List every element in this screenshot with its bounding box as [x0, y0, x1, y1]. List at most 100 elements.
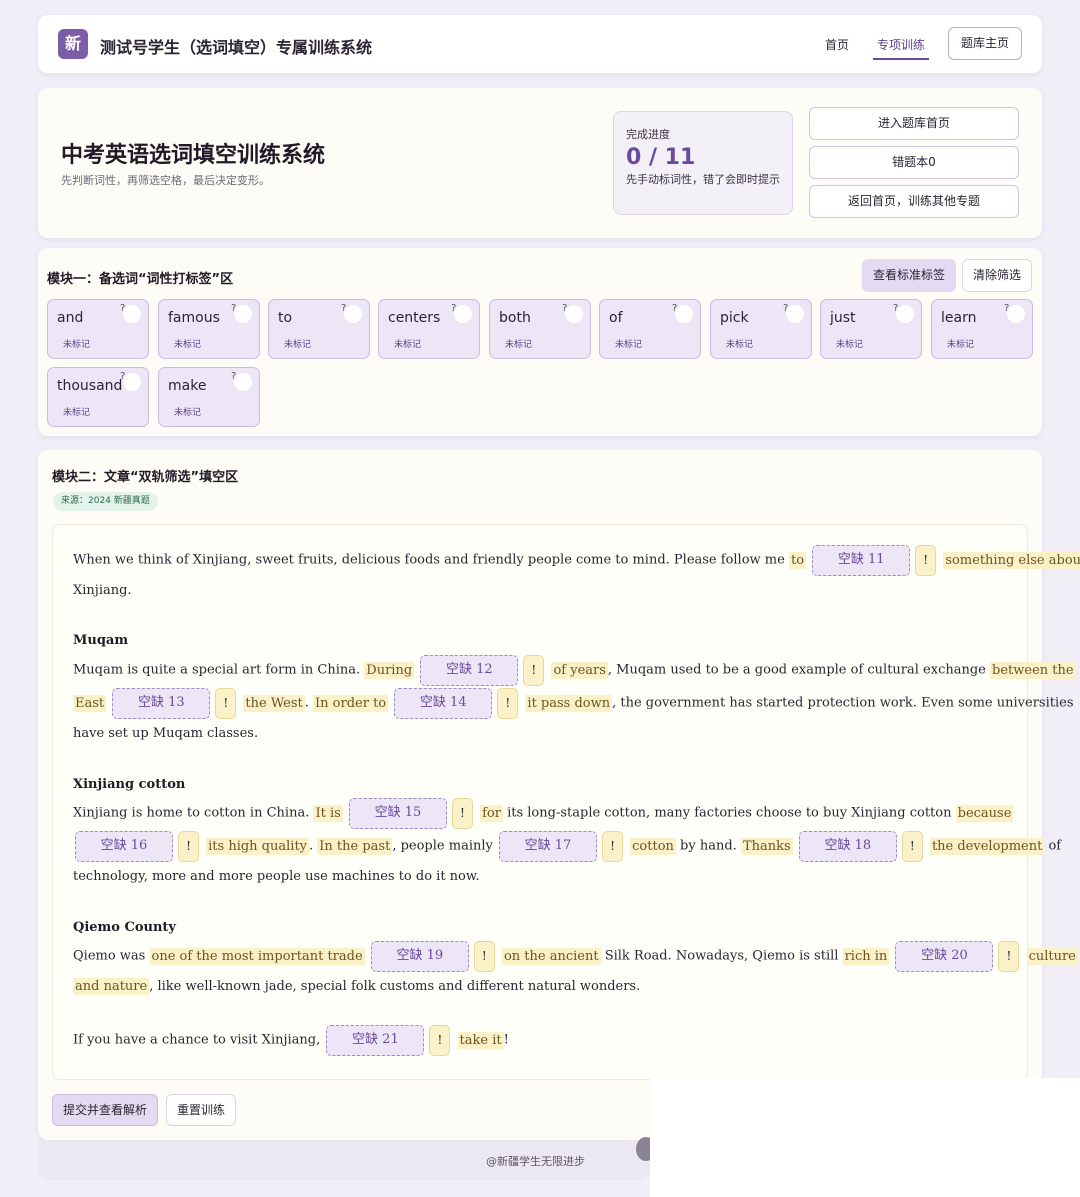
- word-card[interactable]: learn 未标记 ?: [931, 299, 1033, 359]
- section-heading: Muqam: [73, 633, 129, 648]
- help-icon[interactable]: ?: [120, 303, 141, 323]
- progress-panel: 完成进度 0 / 11 先手动标词性，错了会即时提示: [613, 111, 793, 215]
- active-nav-indicator: [873, 58, 929, 60]
- reset-button[interactable]: 重置训练: [166, 1094, 236, 1126]
- highlight-cue: one of the most important trade: [149, 947, 365, 965]
- help-icon[interactable]: ?: [120, 371, 141, 391]
- word-label: learn: [941, 310, 977, 326]
- blank-slot[interactable]: 空缺 19: [370, 941, 469, 972]
- help-icon[interactable]: ?: [231, 371, 252, 391]
- highlight-cue: on the ancient: [501, 947, 601, 965]
- enter-bank-button[interactable]: 进入题库首页: [809, 107, 1019, 140]
- hint-button[interactable]: !: [998, 941, 1020, 972]
- word-card[interactable]: and 未标记 ?: [47, 299, 149, 359]
- word-card[interactable]: both 未标记 ?: [489, 299, 591, 359]
- watermark-text: @新疆学生无限进步: [486, 1155, 585, 1168]
- help-icon[interactable]: ?: [562, 303, 583, 323]
- word-status: 未标记: [505, 340, 533, 350]
- hint-button[interactable]: !: [523, 655, 545, 686]
- word-card[interactable]: centers 未标记 ?: [378, 299, 480, 359]
- word-label: just: [830, 310, 856, 326]
- help-icon[interactable]: ?: [341, 303, 362, 323]
- word-status: 未标记: [615, 340, 643, 350]
- page-subtitle: 先判断词性，再筛选空格，最后决定变形。: [61, 174, 270, 187]
- word-status: 未标记: [947, 340, 975, 350]
- highlight-cue: the West: [243, 694, 305, 712]
- article-line: Muqam is quite a special art form in Chi…: [73, 655, 1076, 686]
- word-card[interactable]: famous 未标记 ?: [158, 299, 260, 359]
- article-fill-module: 模块二：文章“双轨筛选”填空区 来源：2024 新疆真题 When we thi…: [38, 450, 1080, 1140]
- help-icon[interactable]: ?: [783, 303, 804, 323]
- hint-button[interactable]: !: [215, 688, 237, 719]
- highlight-cue: of years: [551, 661, 608, 679]
- hint-button[interactable]: !: [451, 798, 473, 829]
- article-line: East 空缺 13! the West. In order to 空缺 14!…: [73, 688, 1074, 719]
- highlight-cue: In the past: [317, 837, 393, 855]
- highlight-cue: its high quality: [206, 837, 310, 855]
- nav-special-training[interactable]: 专项训练: [877, 36, 925, 53]
- hint-button[interactable]: !: [901, 831, 923, 862]
- highlight-cue: East: [73, 694, 107, 712]
- question-bank-button[interactable]: 题库主页: [948, 27, 1022, 60]
- back-home-button[interactable]: 返回首页，训练其他专题: [809, 185, 1019, 218]
- highlight-cue: culture: [1026, 947, 1078, 965]
- word-card[interactable]: to 未标记 ?: [268, 299, 370, 359]
- blank-slot[interactable]: 空缺 20: [895, 941, 994, 972]
- submit-button[interactable]: 提交并查看解析: [52, 1094, 158, 1126]
- blank-slot[interactable]: 空缺 11: [812, 545, 911, 576]
- word-card[interactable]: thousand 未标记 ?: [47, 367, 149, 427]
- highlight-cue: to: [788, 551, 807, 569]
- highlight-cue: Thanks: [740, 837, 793, 855]
- highlight-cue: It is: [313, 804, 343, 822]
- progress-hint: 先手动标词性，错了会即时提示: [626, 173, 780, 186]
- blank-slot[interactable]: 空缺 18: [798, 831, 897, 862]
- blank-slot[interactable]: 空缺 12: [420, 655, 519, 686]
- blank-slot[interactable]: 空缺 13: [112, 688, 211, 719]
- word-label: pick: [720, 310, 749, 326]
- word-label: famous: [168, 310, 220, 326]
- nav-home[interactable]: 首页: [825, 36, 849, 53]
- app-logo: 新: [58, 29, 88, 59]
- highlight-cue: In order to: [313, 694, 389, 712]
- article-line: Qiemo was one of the most important trad…: [73, 941, 1078, 972]
- source-badge: 来源：2024 新疆真题: [53, 492, 158, 511]
- hint-button[interactable]: !: [473, 941, 495, 972]
- help-icon[interactable]: ?: [893, 303, 914, 323]
- word-label: centers: [388, 310, 441, 326]
- hero-panel: 中考英语选词填空训练系统 先判断词性，再筛选空格，最后决定变形。 完成进度 0 …: [38, 88, 1042, 238]
- help-icon[interactable]: ?: [1004, 303, 1025, 323]
- article-line: have set up Muqam classes.: [73, 726, 259, 741]
- blank-slot[interactable]: 空缺 15: [348, 798, 447, 829]
- hint-button[interactable]: !: [178, 831, 199, 862]
- hint-button[interactable]: !: [429, 1025, 451, 1056]
- highlight-cue: something else about: [943, 551, 1080, 569]
- blank-slot[interactable]: 空缺 14: [394, 688, 493, 719]
- hint-button[interactable]: !: [915, 545, 937, 576]
- word-status: 未标记: [726, 340, 754, 350]
- help-icon[interactable]: ?: [672, 303, 693, 323]
- highlight-cue: it pass down: [525, 694, 613, 712]
- word-card[interactable]: just 未标记 ?: [820, 299, 922, 359]
- article-line: and nature, like well-known jade, specia…: [73, 978, 641, 995]
- highlight-cue: because: [955, 804, 1014, 822]
- word-status: 未标记: [394, 340, 422, 350]
- word-card[interactable]: make 未标记 ?: [158, 367, 260, 427]
- hint-button[interactable]: !: [497, 688, 519, 719]
- blank-slot[interactable]: 空缺 17: [499, 831, 597, 862]
- hint-button[interactable]: !: [602, 831, 623, 862]
- clear-filter-button[interactable]: 清除筛选: [962, 259, 1032, 292]
- section-heading: Qiemo County: [73, 920, 176, 935]
- mistake-book-button[interactable]: 错题本0: [809, 146, 1019, 179]
- word-status: 未标记: [174, 340, 202, 350]
- word-card[interactable]: of 未标记 ?: [599, 299, 701, 359]
- view-standard-tags-button[interactable]: 查看标准标签: [862, 259, 956, 292]
- article-line: Xinjiang.: [73, 583, 132, 598]
- help-icon[interactable]: ?: [231, 303, 252, 323]
- word-card[interactable]: pick 未标记 ?: [710, 299, 812, 359]
- help-icon[interactable]: ?: [451, 303, 472, 323]
- blank-slot[interactable]: 空缺 16: [75, 831, 173, 862]
- blank-slot[interactable]: 空缺 21: [326, 1025, 425, 1056]
- site-title: 测试号学生（选词填空）专属训练系统: [100, 38, 373, 57]
- word-label: and: [57, 310, 84, 326]
- module1-title: 模块一：备选词“词性打标签”区: [47, 272, 234, 287]
